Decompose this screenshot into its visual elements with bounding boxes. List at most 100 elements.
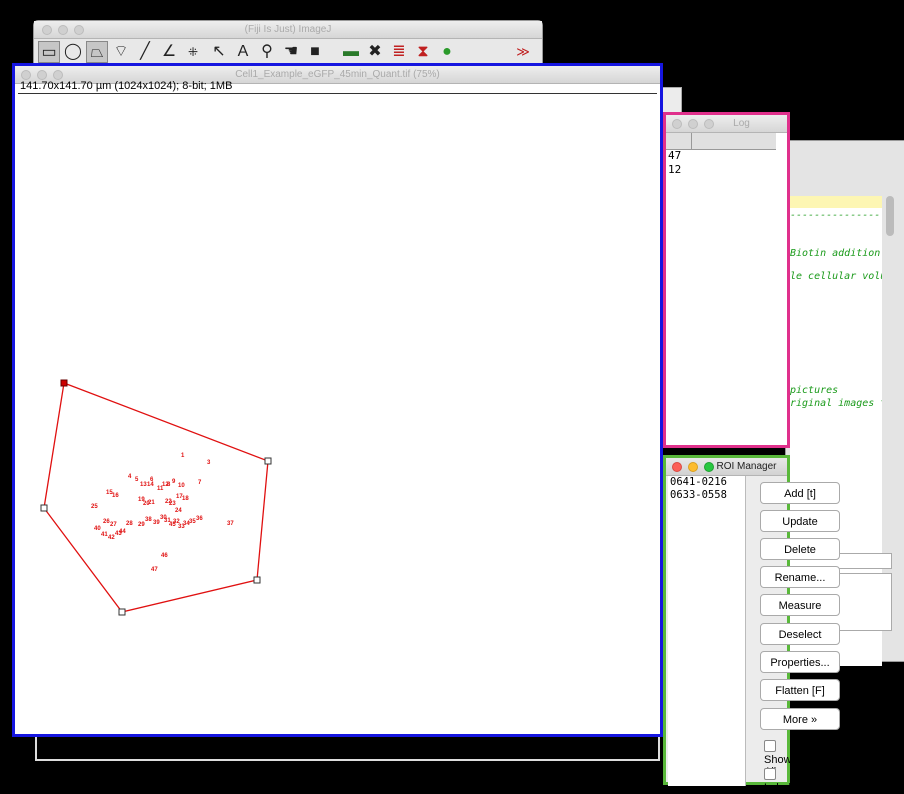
rectangle-tool-icon[interactable]: ▭ (38, 41, 60, 63)
point-label: 9 (172, 479, 176, 485)
roi-handle[interactable] (253, 576, 261, 584)
image-info-line: 141.70x141.70 µm (1024x1024); 8-bit; 1MB (20, 80, 233, 92)
properties-button[interactable]: Properties... (760, 651, 840, 673)
code-line: --------------- (790, 210, 881, 221)
roi-handle[interactable] (60, 379, 68, 387)
zoom-dot-icon[interactable] (74, 25, 84, 35)
point-label: 27 (110, 522, 117, 528)
point-tool-icon[interactable]: ⁜ (182, 41, 204, 63)
roi-titlebar[interactable]: ROI Manager (666, 458, 787, 476)
code-line: pictures (790, 385, 839, 396)
minimize-dot-icon[interactable] (58, 25, 68, 35)
angle-tool-icon[interactable]: ∠ (158, 41, 180, 63)
point-label: 1 (181, 453, 185, 459)
delete-button[interactable]: Delete (760, 538, 840, 560)
log-table-header (666, 133, 776, 150)
flatten-button[interactable]: Flatten [F] (760, 679, 840, 701)
labels-label: Labels (764, 782, 797, 794)
more-button[interactable]: More » (760, 708, 840, 730)
polygon-roi[interactable] (43, 382, 269, 613)
zoom-dot-icon[interactable] (53, 70, 63, 80)
image-title: Cell1_Example_eGFP_45min_Quant.tif (75%) (235, 69, 440, 80)
code-line: riginal images t (790, 398, 882, 409)
log-line: 12 (668, 163, 682, 176)
log-window: Log 47 12 (663, 112, 790, 448)
oval-tool-icon[interactable]: ◯ (62, 41, 84, 63)
image-window: Cell1_Example_eGFP_45min_Quant.tif (75%)… (12, 63, 663, 737)
close-dot-icon[interactable] (672, 119, 682, 129)
roi-list-item[interactable]: 0641-0216 (668, 476, 745, 489)
point-label: 28 (126, 521, 133, 527)
zoom-dot-icon[interactable] (704, 462, 714, 472)
freehand-tool-icon[interactable]: ⌔ (110, 41, 132, 63)
dev-tool-icon[interactable]: ▬ (340, 41, 362, 63)
rename-button[interactable]: Rename... (760, 566, 840, 588)
line-tool-icon[interactable]: ╱ (134, 41, 156, 63)
more-tool-icon[interactable]: ● (436, 41, 458, 63)
code-line: Biotin addition (790, 248, 881, 259)
point-label: 18 (182, 496, 189, 502)
point-label: 25 (91, 504, 98, 510)
color-picker-tool-icon[interactable]: ■ (304, 41, 326, 63)
imagej-titlebar[interactable]: (Fiji Is Just) ImageJ (34, 21, 542, 39)
deselect-button[interactable]: Deselect (760, 623, 840, 645)
roi-overlay[interactable]: 134 5 6 78 910111213 1415 16 17 18192021 22232425… (18, 94, 657, 734)
minimize-dot-icon[interactable] (688, 462, 698, 472)
checkbox-icon[interactable] (764, 740, 776, 752)
magnifier-tool-icon[interactable]: ⚲ (256, 41, 278, 63)
log-title: Log (733, 118, 750, 129)
editor-scrollbar[interactable] (886, 196, 894, 236)
point-label: 24 (175, 508, 182, 514)
close-dot-icon[interactable] (672, 462, 682, 472)
checkbox-icon[interactable] (764, 768, 776, 780)
zoom-dot-icon[interactable] (704, 119, 714, 129)
log-line: 47 (668, 149, 682, 162)
minimize-dot-icon[interactable] (688, 119, 698, 129)
wand-tool-icon[interactable]: ↖ (208, 41, 230, 63)
macro-tool-icon[interactable]: ✖ (364, 41, 386, 63)
roi-list-item[interactable]: 0633-0558 (668, 489, 745, 502)
roi-handle[interactable] (118, 608, 126, 616)
roi-list[interactable]: 0641-0216 0633-0558 (668, 476, 746, 786)
point-label: 4 (128, 474, 132, 480)
imagej-title: (Fiji Is Just) ImageJ (244, 24, 332, 35)
point-label: 39 (153, 520, 160, 526)
point-label: 10 (178, 483, 185, 489)
text-tool-icon[interactable]: A (232, 41, 254, 63)
point-label: 46 (161, 553, 168, 559)
point-label: 44 (119, 529, 126, 535)
point-label: 14 (147, 482, 154, 488)
roi-handle[interactable] (40, 504, 48, 512)
point-label: 12 (162, 482, 169, 488)
point-label: 7 (198, 480, 202, 486)
point-label: 23 (169, 501, 176, 507)
point-label: 38 (145, 517, 152, 523)
roi-title: ROI Manager (716, 461, 777, 472)
close-dot-icon[interactable] (42, 25, 52, 35)
background-window-frame (35, 737, 660, 761)
code-line: le cellular volu (790, 271, 882, 282)
image-canvas[interactable]: 1 3 4 5 6 7 8 9 10 11 12 13 14 15 16 17 18 19 20 21 22 23 24 25… (18, 93, 657, 734)
minimize-dot-icon[interactable] (37, 70, 47, 80)
hand-tool-icon[interactable]: ☚ (280, 41, 302, 63)
update-button[interactable]: Update (760, 510, 840, 532)
stacks-tool-icon[interactable]: ≣ (388, 41, 410, 63)
roi-manager-window: ROI Manager 0641-0216 0633-0558 Add [t] … (663, 455, 840, 794)
roi-handle[interactable] (264, 457, 272, 465)
labels-checkbox[interactable]: Labels (764, 768, 796, 794)
close-dot-icon[interactable] (21, 70, 31, 80)
lut-tool-icon[interactable]: ⧗ (412, 41, 434, 63)
more-tools-button[interactable]: ≫ (512, 41, 534, 63)
point-label: 47 (151, 567, 158, 573)
point-label: 36 (196, 516, 203, 522)
log-titlebar[interactable]: Log (666, 115, 787, 133)
point-label: 5 (135, 477, 139, 483)
measure-button[interactable]: Measure (760, 594, 840, 616)
add-button[interactable]: Add [t] (760, 482, 840, 504)
point-label: 21 (148, 500, 155, 506)
point-label: 16 (112, 493, 119, 499)
point-label-group: 134 5 6 78 910111213 1415 16 17 18192021 22232425… (91, 453, 234, 573)
point-label: 45 (169, 522, 176, 528)
point-label: 37 (227, 521, 234, 527)
polygon-tool-icon[interactable]: ⏢ (86, 41, 108, 63)
